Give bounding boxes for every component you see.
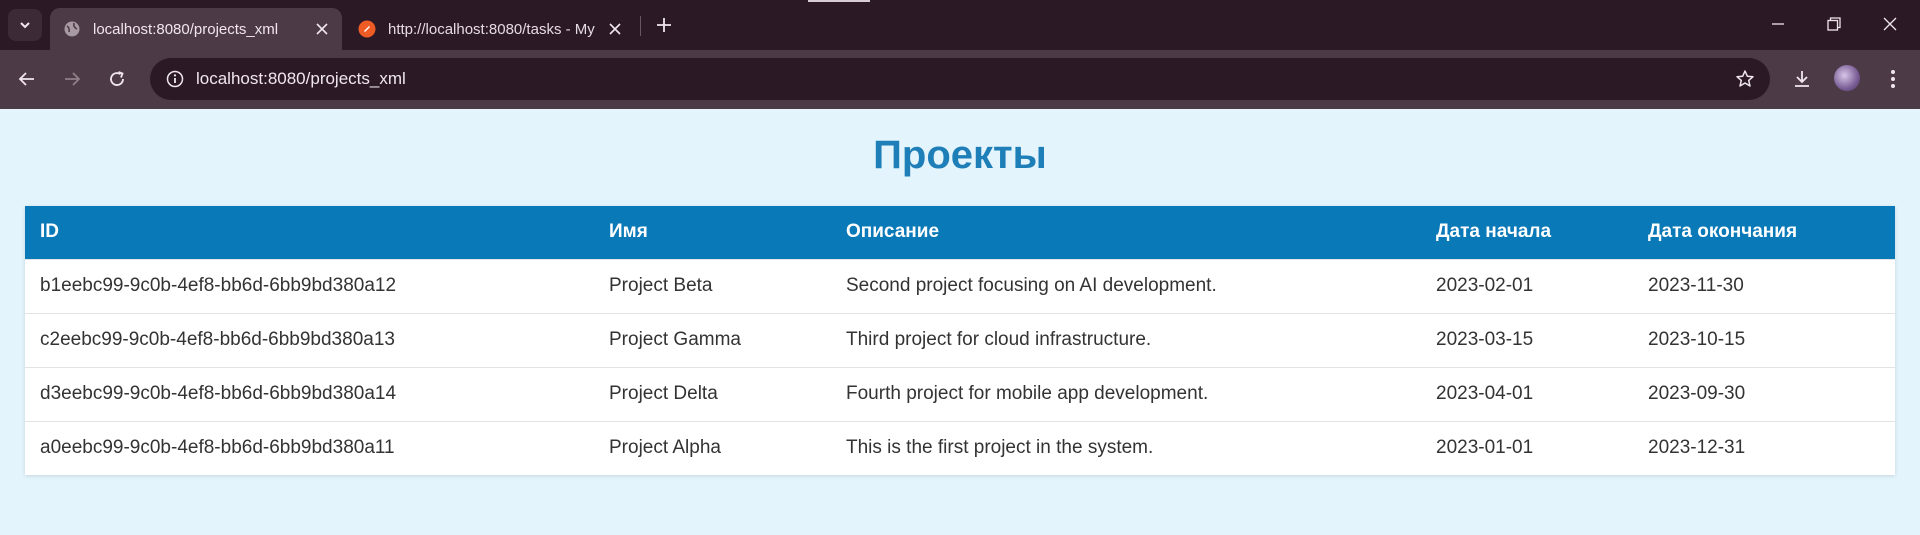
cell-description: This is the first project in the system. <box>846 437 1154 459</box>
cell-name: Project Gamma <box>609 329 741 350</box>
cell-end-date: 2023-11-30 <box>1648 275 1744 296</box>
cell-end-date: 2023-12-31 <box>1648 437 1746 459</box>
column-header-end-date: Дата окончания <box>1648 221 1798 243</box>
close-window-button[interactable] <box>1862 0 1918 48</box>
minimize-button[interactable] <box>1750 0 1806 48</box>
profile-avatar[interactable] <box>1834 65 1860 91</box>
cell-start-date: 2023-02-01 <box>1436 275 1534 296</box>
new-tab-button[interactable] <box>648 9 680 41</box>
tab-title: http://localhost:8080/tasks - My <box>388 20 595 38</box>
page-title: Проекты <box>873 133 1047 177</box>
close-icon <box>1883 17 1897 31</box>
tab-divider <box>640 16 641 36</box>
window-drag-indicator <box>808 0 870 2</box>
table-row: b1eebc99-9c0b-4ef8-bb6d-6bb9bd380a12 Pro… <box>25 259 1895 313</box>
restore-button[interactable] <box>1806 0 1862 48</box>
bookmark-star-icon[interactable] <box>1732 66 1758 92</box>
tab-search-button[interactable] <box>8 9 42 41</box>
column-header-start-date: Дата начала <box>1436 221 1552 243</box>
cell-end-date: 2023-10-15 <box>1648 329 1746 350</box>
url-text[interactable]: localhost:8080/projects_xml <box>196 58 406 100</box>
column-header-name: Имя <box>609 221 648 243</box>
downloads-button[interactable] <box>1785 62 1819 96</box>
table-row: c2eebc99-9c0b-4ef8-bb6d-6bb9bd380a13 Pro… <box>25 313 1895 367</box>
column-header-description: Описание <box>846 221 940 243</box>
table-row: a0eebc99-9c0b-4ef8-bb6d-6bb9bd380a11 Pro… <box>25 421 1895 475</box>
more-vert-icon <box>1891 70 1895 88</box>
tab-strip: localhost:8080/projects_xml http://local… <box>0 0 1920 50</box>
cell-description: Third project for cloud infrastructure. <box>846 329 1152 350</box>
forward-button[interactable] <box>55 62 89 96</box>
site-info-icon[interactable] <box>162 66 188 92</box>
table-row: d3eebc99-9c0b-4ef8-bb6d-6bb9bd380a14 Pro… <box>25 367 1895 421</box>
projects-table: ID Имя Описание Дата начала Дата окончан… <box>25 206 1895 475</box>
postman-icon <box>358 20 376 38</box>
cell-start-date: 2023-03-15 <box>1436 329 1534 350</box>
cell-id: b1eebc99-9c0b-4ef8-bb6d-6bb9bd380a12 <box>40 275 397 296</box>
plus-icon <box>657 18 671 32</box>
page-content: Проекты ID Имя Описание Дата начала Дата… <box>0 109 1920 535</box>
close-icon <box>609 23 621 35</box>
cell-name: Project Delta <box>609 383 718 404</box>
cell-id: c2eebc99-9c0b-4ef8-bb6d-6bb9bd380a13 <box>40 329 395 350</box>
close-icon <box>316 23 328 35</box>
arrow-right-icon <box>65 72 81 86</box>
back-button[interactable] <box>10 62 44 96</box>
column-header-id: ID <box>40 221 59 243</box>
close-tab-button[interactable] <box>306 13 338 45</box>
cell-end-date: 2023-09-30 <box>1648 383 1746 404</box>
minimize-icon <box>1772 23 1784 25</box>
reload-icon <box>110 71 124 86</box>
cell-id: d3eebc99-9c0b-4ef8-bb6d-6bb9bd380a14 <box>40 383 397 404</box>
arrow-left-icon <box>18 72 34 86</box>
chevron-down-icon <box>20 22 30 29</box>
reload-button[interactable] <box>100 62 134 96</box>
cell-name: Project Beta <box>609 275 713 296</box>
globe-icon <box>64 21 80 37</box>
download-icon <box>1795 71 1809 87</box>
cell-id: a0eebc99-9c0b-4ef8-bb6d-6bb9bd380a11 <box>40 437 395 459</box>
cell-description: Fourth project for mobile app developmen… <box>846 383 1209 404</box>
tab-projects-xml[interactable]: localhost:8080/projects_xml <box>50 8 342 50</box>
close-tab-button[interactable] <box>599 13 631 45</box>
cell-start-date: 2023-01-01 <box>1436 437 1534 459</box>
address-bar[interactable]: localhost:8080/projects_xml <box>150 58 1770 100</box>
restore-icon <box>1827 17 1841 31</box>
cell-name: Project Alpha <box>609 437 721 459</box>
tab-title: localhost:8080/projects_xml <box>93 20 279 38</box>
table-header-row: ID Имя Описание Дата начала Дата окончан… <box>25 206 1895 259</box>
cell-description: Second project focusing on AI developmen… <box>846 275 1217 296</box>
tab-tasks[interactable]: http://localhost:8080/tasks - My <box>345 8 635 50</box>
browser-menu-button[interactable] <box>1876 62 1910 96</box>
cell-start-date: 2023-04-01 <box>1436 383 1534 404</box>
